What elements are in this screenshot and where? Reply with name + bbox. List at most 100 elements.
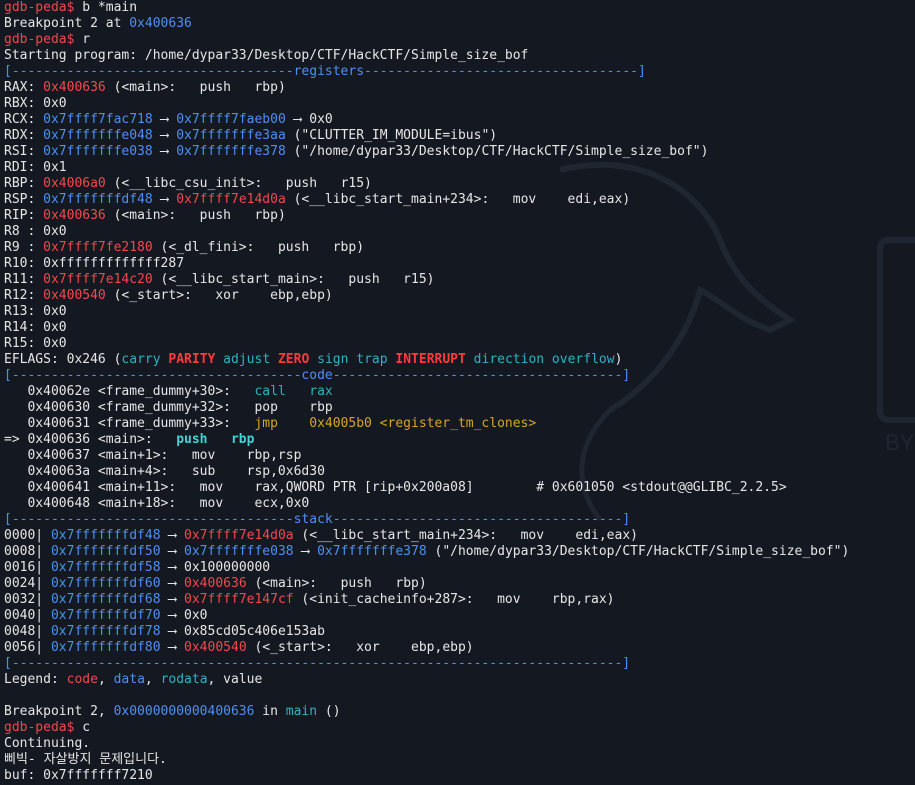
terminal-text-span: R9 : [4,240,44,255]
terminal-line: RDI: 0x1 [4,160,849,176]
terminal-text-span: direction overflow [465,352,615,367]
terminal-text-span: ⟶ 0x0 [160,608,208,623]
terminal-text-span: 0x7fffffffdf48 [43,192,153,207]
terminal-text-span: (<main>: push rbp) [246,576,427,591]
terminal-text-span: jmp 0x4005b0 <register_tm_clones> [254,416,537,431]
terminal-text-span: gdb-peda$ [4,720,83,735]
terminal-text-span: ⟶ [160,544,185,559]
terminal-text-span: RSI: [4,144,44,159]
terminal-text-span: 0xfffffffffffff287 [43,256,185,271]
terminal-text-span: 0x400636 [43,80,106,95]
terminal-text-span: ("CLUTTER_IM_MODULE=ibus") [285,128,498,143]
terminal-text-span: stack [293,512,333,527]
terminal-text-span: INTERRUPT [395,352,466,367]
terminal-text-span: 0x0 [43,304,67,319]
terminal-text-span: R13: [4,304,44,319]
terminal-text-span: => 0x400636 <main>: [4,432,177,447]
terminal-text-span: (<__libc_csu_init>: push r15) [105,176,372,191]
terminal-output: gdb-peda$ b *main Breakpoint 2 at 0x40063… [4,0,849,784]
terminal-text-span: [---------------------------------------… [4,656,631,671]
terminal-text-span: 0x7ffff7faeb00 [176,112,286,127]
terminal-text-span: 0x7fffffffdf68 [50,592,161,607]
terminal-text-span: (<main>: push rbp) [105,208,286,223]
terminal-text-span: ("/home/dypar33/Desktop/CTF/HackCTF/Simp… [285,144,709,159]
terminal-line: R13: 0x0 [4,304,849,320]
terminal-text-span: 0x7fffffffdf50 [50,544,161,559]
terminal-text-span: gdb-peda$ [4,0,83,15]
terminal-text-span: ⟶ [160,576,185,591]
terminal-text-span: [------------------------------------ [4,64,294,79]
terminal-text-span: -------------------------------------] [332,368,631,383]
terminal-text-span: 0x40062e <frame_dummy+30>: [4,384,255,399]
terminal-text-span: R14: [4,320,44,335]
terminal-line: RIP: 0x400636 (<main>: push rbp) [4,208,849,224]
terminal-text-span: -----------------------------------] [364,64,646,79]
terminal-text-span: (<_start>: xor ebp,ebp) [105,288,333,303]
terminal-line: 0040| 0x7fffffffdf70 ⟶ 0x0 [4,608,849,624]
terminal-line: 0x400648 <main+18>: mov ecx,0x0 [4,496,849,512]
terminal-text-span: carry [121,352,169,367]
terminal-text-span: ⟶ [152,128,177,143]
terminal-text-span: RIP: [4,208,44,223]
terminal-line: 0x40063a <main+4>: sub rsp,0x6d30 [4,464,849,480]
terminal-text-span: in [254,704,286,719]
terminal-text-span: 0032| [4,592,51,607]
terminal-line: RBP: 0x4006a0 (<__libc_csu_init>: push r… [4,176,849,192]
svg-text:BY: BY [885,430,915,455]
terminal-line: 삐빅- 자살방지 문제입니다. [4,752,849,768]
terminal-line: R11: 0x7ffff7e14c20 (<__libc_start_main>… [4,272,849,288]
terminal-text-span: 0x0 [43,336,67,351]
terminal-line: => 0x400636 <main>: push rbp [4,432,849,448]
terminal-text-span: 0x4006a0 [43,176,106,191]
terminal-text-span: 0x7fffffffdf80 [50,640,161,655]
terminal-text-span: 0x7ffff7e147cf [184,592,294,607]
terminal-text-span: RCX: [4,112,44,127]
terminal-line: gdb-peda$ c [4,720,849,736]
terminal-text-span: EFLAGS: [4,352,67,367]
terminal-text-span: 0x7fffffffe038 [43,144,153,159]
terminal-text-span: 0x7ffff7fe2180 [43,240,153,255]
terminal-text-span: r [82,32,91,47]
terminal-text-span: 0x7fffffffe038 [184,544,294,559]
terminal-text-span: RDX: [4,128,44,143]
terminal-text-span: ⟶ [152,144,177,159]
terminal-text-span: 0008| [4,544,51,559]
terminal-text-span: code [66,672,98,687]
terminal-text-span: (<__libc_start_main>: push r15) [152,272,435,287]
terminal-text-span: RBP: [4,176,44,191]
terminal-text-span: buf: 0x7fffffff7210 [4,768,153,783]
terminal-text-span: ⟶ [160,528,185,543]
terminal-line: [------------------------------------reg… [4,64,849,80]
terminal-text-span: 0x400540 [43,288,106,303]
terminal-text-span: ⟶ [152,192,177,207]
terminal-line: Breakpoint 2, 0x0000000000400636 in main… [4,704,849,720]
terminal-text-span: 0x400636 [184,576,247,591]
terminal-line: [------------------------------------sta… [4,512,849,528]
terminal-line: RDX: 0x7fffffffe048 ⟶ 0x7fffffffe3aa ("C… [4,128,849,144]
terminal-line: R12: 0x400540 (<_start>: xor ebp,ebp) [4,288,849,304]
terminal-text-span: Legend: [4,672,67,687]
terminal-text-span: ⟶ [152,112,177,127]
terminal-text-span: b *main [82,0,138,15]
terminal-line: 0x400641 <main+11>: mov rax,QWORD PTR [r… [4,480,849,496]
terminal-line: RSP: 0x7fffffffdf48 ⟶ 0x7ffff7e14d0a (<_… [4,192,849,208]
terminal-line: Legend: code, data, rodata, value [4,672,849,688]
terminal-line: 0024| 0x7fffffffdf60 ⟶ 0x400636 (<main>:… [4,576,849,592]
terminal-text-span: [------------------------------------- [4,368,302,383]
terminal-text-span: ⟶ 0x0 [285,112,333,127]
terminal-text-span: 0x7fffffffdf48 [50,528,161,543]
terminal-text-span: Breakpoint 2 at [4,16,130,31]
terminal-text-span: 0x400641 <main+11>: mov rax,QWORD PTR [r… [4,480,787,495]
terminal-text-span: ⟶ [293,544,318,559]
terminal-text-span: , [144,672,161,687]
terminal-text-span: 0x7ffff7fac718 [43,112,153,127]
terminal-line: 0016| 0x7fffffffdf58 ⟶ 0x100000000 [4,560,849,576]
terminal-text-span: 0x7ffff7e14d0a [184,528,294,543]
terminal-line: gdb-peda$ b *main [4,0,849,16]
terminal-line: R8 : 0x0 [4,224,849,240]
terminal-text-span: rodata [160,672,208,687]
terminal-text-span: 0x7ffff7e14d0a [176,192,286,207]
terminal-text-span: Continuing. [4,736,91,751]
terminal-text-span: (<main>: push rbp) [105,80,286,95]
terminal-line: R14: 0x0 [4,320,849,336]
